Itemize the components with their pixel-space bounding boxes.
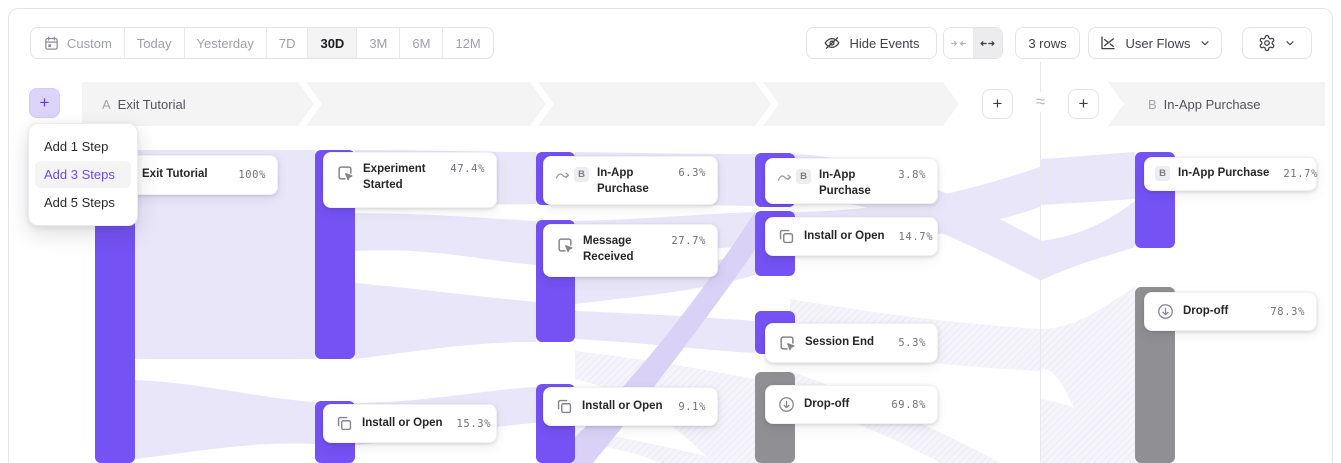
node-percent: 69.8% — [885, 399, 926, 411]
expand-columns-button[interactable] — [973, 28, 1002, 58]
chevron-down-icon — [1284, 37, 1296, 49]
node-percent: 78.3% — [1264, 306, 1305, 318]
add-step-button-open[interactable]: + — [29, 88, 60, 118]
node-label: Install or Open — [362, 416, 443, 432]
range-label: Custom — [67, 36, 112, 51]
copy-icon — [555, 397, 574, 416]
flow-node-install-or-open[interactable]: Install or Open 14.7% — [765, 217, 938, 256]
eye-off-icon — [823, 34, 841, 52]
cohort-b-badge: B — [1155, 166, 1170, 181]
node-percent: 14.7% — [893, 231, 934, 243]
range-custom[interactable]: Custom — [31, 28, 124, 58]
node-label: In-App Purchase — [1178, 166, 1269, 182]
range-today[interactable]: Today — [124, 28, 184, 58]
cursor-click-icon — [555, 235, 575, 255]
squiggle-arrow-icon — [555, 169, 570, 181]
node-label: Experiment Started — [363, 162, 436, 193]
node-label: In-App Purchase — [819, 168, 875, 199]
rows-label: 3 rows — [1028, 36, 1066, 51]
flow-node-in-app-purchase-b[interactable]: B In-App Purchase 21.7% — [1144, 157, 1317, 191]
add-step-button-b[interactable]: + — [1068, 89, 1099, 119]
chart-icon — [1099, 34, 1117, 52]
drop-off-icon — [1156, 302, 1175, 321]
step-title: Exit Tutorial — [118, 97, 186, 112]
range-30d[interactable]: 30D — [307, 28, 356, 58]
node-label: Drop-off — [1183, 304, 1228, 320]
range-12m[interactable]: 12M — [442, 28, 492, 58]
flow-node-session-end[interactable]: Session End 5.3% — [765, 323, 938, 363]
add-step-menu: Add 1 Step Add 3 Steps Add 5 Steps — [28, 123, 138, 226]
step-title: In-App Purchase — [1164, 97, 1261, 112]
expand-icon — [979, 35, 996, 52]
squiggle-arrow-icon — [777, 171, 792, 183]
plus-icon: + — [993, 94, 1003, 114]
step-header-segment — [763, 82, 959, 126]
plus-icon: + — [1079, 94, 1089, 114]
step-header-segment — [306, 82, 546, 126]
plus-icon: + — [40, 93, 50, 113]
menu-item-add-1-step[interactable]: Add 1 Step — [35, 133, 131, 160]
settings-button[interactable] — [1242, 27, 1312, 59]
gear-icon — [1258, 34, 1276, 52]
step-header-segment — [538, 82, 771, 126]
hide-events-button[interactable]: Hide Events — [806, 27, 937, 59]
cursor-click-icon — [777, 333, 797, 353]
node-label: Session End — [805, 335, 874, 351]
collapse-icon — [950, 35, 967, 52]
copy-icon — [335, 414, 354, 433]
step-header-b[interactable]: B In-App Purchase — [1108, 82, 1325, 126]
rows-button[interactable]: 3 rows — [1015, 27, 1080, 59]
node-percent: 21.7% — [1277, 168, 1318, 180]
flow-node-in-app-purchase[interactable]: B In-App Purchase 6.3% — [543, 156, 718, 205]
node-label: Exit Tutorial — [142, 167, 208, 183]
flow-node-drop-off-b[interactable]: Drop-off 78.3% — [1144, 292, 1317, 331]
node-percent: 3.8% — [892, 169, 926, 181]
section-divider — [1040, 62, 1041, 463]
date-range-picker: Custom Today Yesterday 7D 30D 3M 6M 12M — [30, 27, 494, 59]
flow-node-message-received[interactable]: Message Received 27.7% — [543, 224, 718, 277]
node-percent: 27.7% — [665, 235, 706, 247]
cursor-click-icon — [335, 163, 355, 183]
range-7d[interactable]: 7D — [266, 28, 308, 58]
collapse-columns-button[interactable] — [944, 28, 973, 58]
node-label: Install or Open — [582, 399, 663, 415]
flow-node-install-or-open[interactable]: Install or Open 15.3% — [323, 404, 497, 443]
range-3m[interactable]: 3M — [356, 28, 399, 58]
calendar-icon — [43, 35, 60, 52]
flow-node-in-app-purchase[interactable]: B In-App Purchase 3.8% — [765, 158, 938, 204]
step-letter: B — [1148, 97, 1157, 112]
node-percent: 100% — [232, 169, 266, 181]
node-label: In-App Purchase — [597, 166, 653, 197]
flow-node-experiment-started[interactable]: Experiment Started 47.4% — [323, 152, 497, 208]
step-letter: A — [102, 97, 111, 112]
copy-icon — [777, 227, 796, 246]
node-percent: 9.1% — [672, 401, 706, 413]
hide-events-label: Hide Events — [849, 36, 919, 51]
add-step-button-a[interactable]: + — [982, 89, 1013, 119]
flow-node-drop-off[interactable]: Drop-off 69.8% — [765, 385, 938, 424]
node-label: Drop-off — [804, 397, 849, 413]
node-label: Message Received — [583, 234, 653, 265]
menu-item-add-3-steps[interactable]: Add 3 Steps — [35, 161, 131, 188]
node-percent: 6.3% — [672, 167, 706, 179]
cohort-b-badge: B — [796, 169, 811, 184]
node-percent: 15.3% — [451, 418, 492, 430]
node-percent: 5.3% — [892, 337, 926, 349]
node-percent: 47.4% — [444, 163, 485, 175]
step-header-a[interactable]: A Exit Tutorial — [82, 82, 314, 126]
drop-off-icon — [777, 395, 796, 414]
view-selector[interactable]: User Flows — [1088, 27, 1222, 59]
approx-divider-symbol: ≈ — [1026, 92, 1055, 112]
range-yesterday[interactable]: Yesterday — [184, 28, 266, 58]
collapse-expand-toggle — [943, 27, 1003, 59]
menu-item-add-5-steps[interactable]: Add 5 Steps — [35, 189, 131, 216]
range-6m[interactable]: 6M — [399, 28, 442, 58]
chevron-down-icon — [1199, 37, 1211, 49]
user-flows-chart: Custom Today Yesterday 7D 30D 3M 6M 12M … — [0, 0, 1341, 463]
node-label: Install or Open — [804, 229, 885, 245]
view-selector-label: User Flows — [1125, 36, 1190, 51]
cohort-b-badge: B — [574, 167, 589, 182]
flow-node-install-or-open[interactable]: Install or Open 9.1% — [543, 387, 718, 426]
